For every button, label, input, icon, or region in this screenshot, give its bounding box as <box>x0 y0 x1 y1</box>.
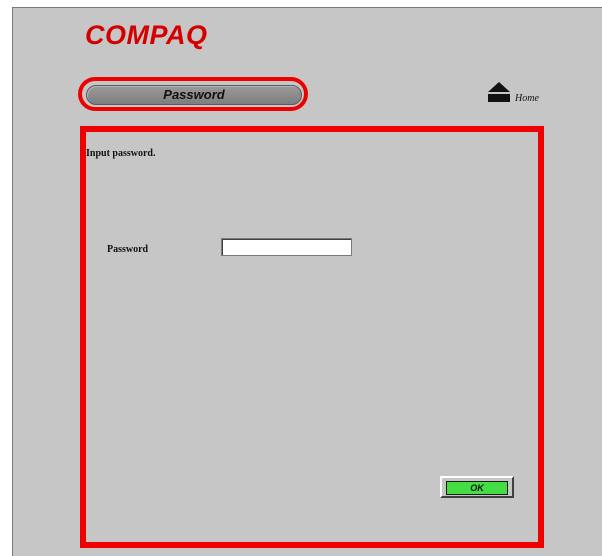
page: COMPAQ Password Home Input password. Pas… <box>0 0 602 556</box>
eject-home-icon <box>488 82 510 102</box>
ok-label: OK <box>446 481 508 495</box>
password-input[interactable] <box>221 238 352 256</box>
section-title-frame: Password <box>78 77 308 111</box>
password-label: Password <box>107 244 149 255</box>
instruction-text: Input password. <box>86 148 156 159</box>
compaq-logo: COMPAQ <box>85 20 208 50</box>
section-title: Password <box>86 85 302 105</box>
ok-button[interactable]: OK <box>440 476 514 498</box>
home-label: Home <box>515 93 539 104</box>
home-link[interactable]: Home <box>487 81 547 111</box>
password-panel: Input password. Password OK <box>80 126 544 548</box>
